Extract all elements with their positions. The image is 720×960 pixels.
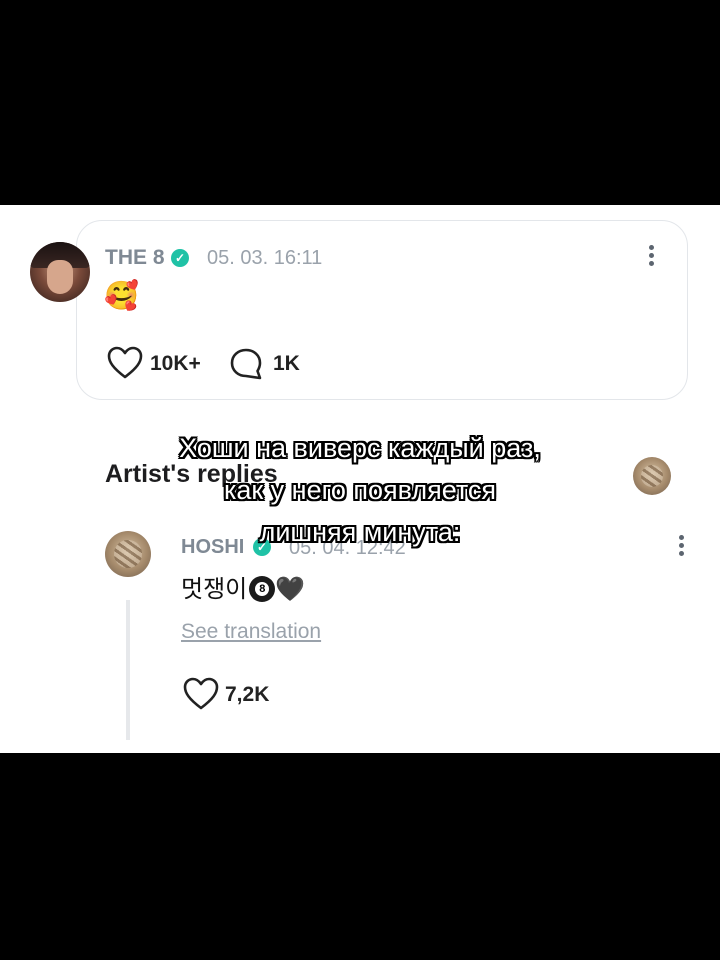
- see-translation-link[interactable]: See translation: [181, 620, 321, 644]
- caption-line-1: Хоши на виверс каждый раз,: [179, 433, 541, 463]
- more-icon[interactable]: [647, 245, 655, 269]
- comment-button[interactable]: [229, 347, 263, 386]
- like-count: 10K+: [150, 352, 201, 375]
- verified-icon: ✓: [171, 249, 189, 267]
- overlay-caption: Хоши на виверс каждый раз, как у него по…: [0, 427, 720, 553]
- post-date: 05. 03. 16:11: [207, 247, 323, 269]
- black-heart-icon: 🖤: [275, 576, 306, 603]
- reply-like-button[interactable]: [183, 677, 219, 716]
- 8-ball-icon: 8: [249, 576, 276, 602]
- 8-ball-number: 8: [255, 582, 270, 596]
- avatar[interactable]: [30, 242, 90, 302]
- heart-icon: [183, 677, 219, 710]
- reply-text: 멋쟁이 8 🖤: [181, 569, 305, 604]
- comment-icon: [230, 348, 262, 380]
- comment-count: 1K: [273, 352, 300, 375]
- post-content: 🥰: [104, 280, 139, 311]
- screen: THE 8 ✓ 05. 03. 16:11 🥰 10K+ 1K Artist's…: [0, 205, 720, 753]
- caption-line-2: как у него появляется: [223, 475, 497, 505]
- post-author-name[interactable]: THE 8: [105, 246, 165, 270]
- caption-line-3: лишняя минута:: [259, 517, 461, 547]
- reply-text-words: 멋쟁이: [181, 576, 248, 603]
- like-button[interactable]: [107, 346, 143, 385]
- reply-like-count: 7,2K: [225, 683, 270, 706]
- heart-icon: [107, 346, 143, 379]
- thread-line: [126, 600, 130, 740]
